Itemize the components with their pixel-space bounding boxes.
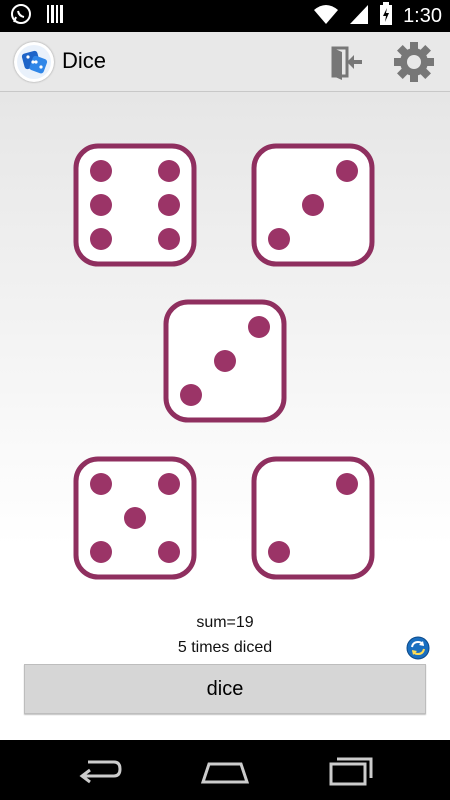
- die-face: [73, 143, 197, 267]
- die-pip: [158, 160, 180, 182]
- dice-button[interactable]: dice: [24, 664, 426, 714]
- status-time: 1:30: [403, 5, 442, 27]
- die-pip: [90, 194, 112, 216]
- barcode-icon: [46, 3, 64, 30]
- die-face: [251, 143, 375, 267]
- home-icon[interactable]: [199, 754, 251, 786]
- die-pip: [336, 473, 358, 495]
- main-content: sum=19 5 times diced dice: [0, 92, 450, 740]
- recent-apps-icon[interactable]: [325, 754, 377, 786]
- die-pip: [124, 507, 146, 529]
- die: [73, 456, 197, 580]
- action-bar: Dice: [0, 32, 450, 92]
- die-pip: [248, 316, 270, 338]
- die-pip: [214, 350, 236, 372]
- die-face: [163, 299, 287, 423]
- die-pip: [90, 228, 112, 250]
- diced-count-text: 5 times diced: [177, 639, 273, 656]
- die-pip: [180, 384, 202, 406]
- back-icon[interactable]: [74, 754, 126, 786]
- die-pip: [90, 473, 112, 495]
- refresh-icon[interactable]: [406, 636, 430, 660]
- die-pip: [302, 194, 324, 216]
- die-pip: [158, 228, 180, 250]
- dice-app-icon[interactable]: [14, 42, 54, 82]
- app-title: Dice: [62, 48, 107, 73]
- wifi-icon: [313, 3, 339, 30]
- die-pip: [90, 160, 112, 182]
- die-face: [251, 456, 375, 580]
- status-bar: 1:30: [0, 0, 450, 32]
- sum-text: sum=19: [196, 614, 254, 631]
- die: [73, 143, 197, 267]
- battery-charging-icon: [379, 1, 393, 31]
- die-pip: [158, 194, 180, 216]
- die-pip: [336, 160, 358, 182]
- die-pip: [158, 541, 180, 563]
- die-pip: [268, 541, 290, 563]
- exit-icon[interactable]: [326, 42, 368, 82]
- die: [251, 456, 375, 580]
- die-face: [73, 456, 197, 580]
- signal-icon: [349, 3, 369, 30]
- die: [163, 299, 287, 423]
- die: [251, 143, 375, 267]
- die-pip: [268, 228, 290, 250]
- whatsapp-icon: [10, 3, 32, 30]
- gear-icon[interactable]: [392, 40, 436, 84]
- die-pip: [158, 473, 180, 495]
- die-pip: [90, 541, 112, 563]
- navigation-bar: [0, 740, 450, 800]
